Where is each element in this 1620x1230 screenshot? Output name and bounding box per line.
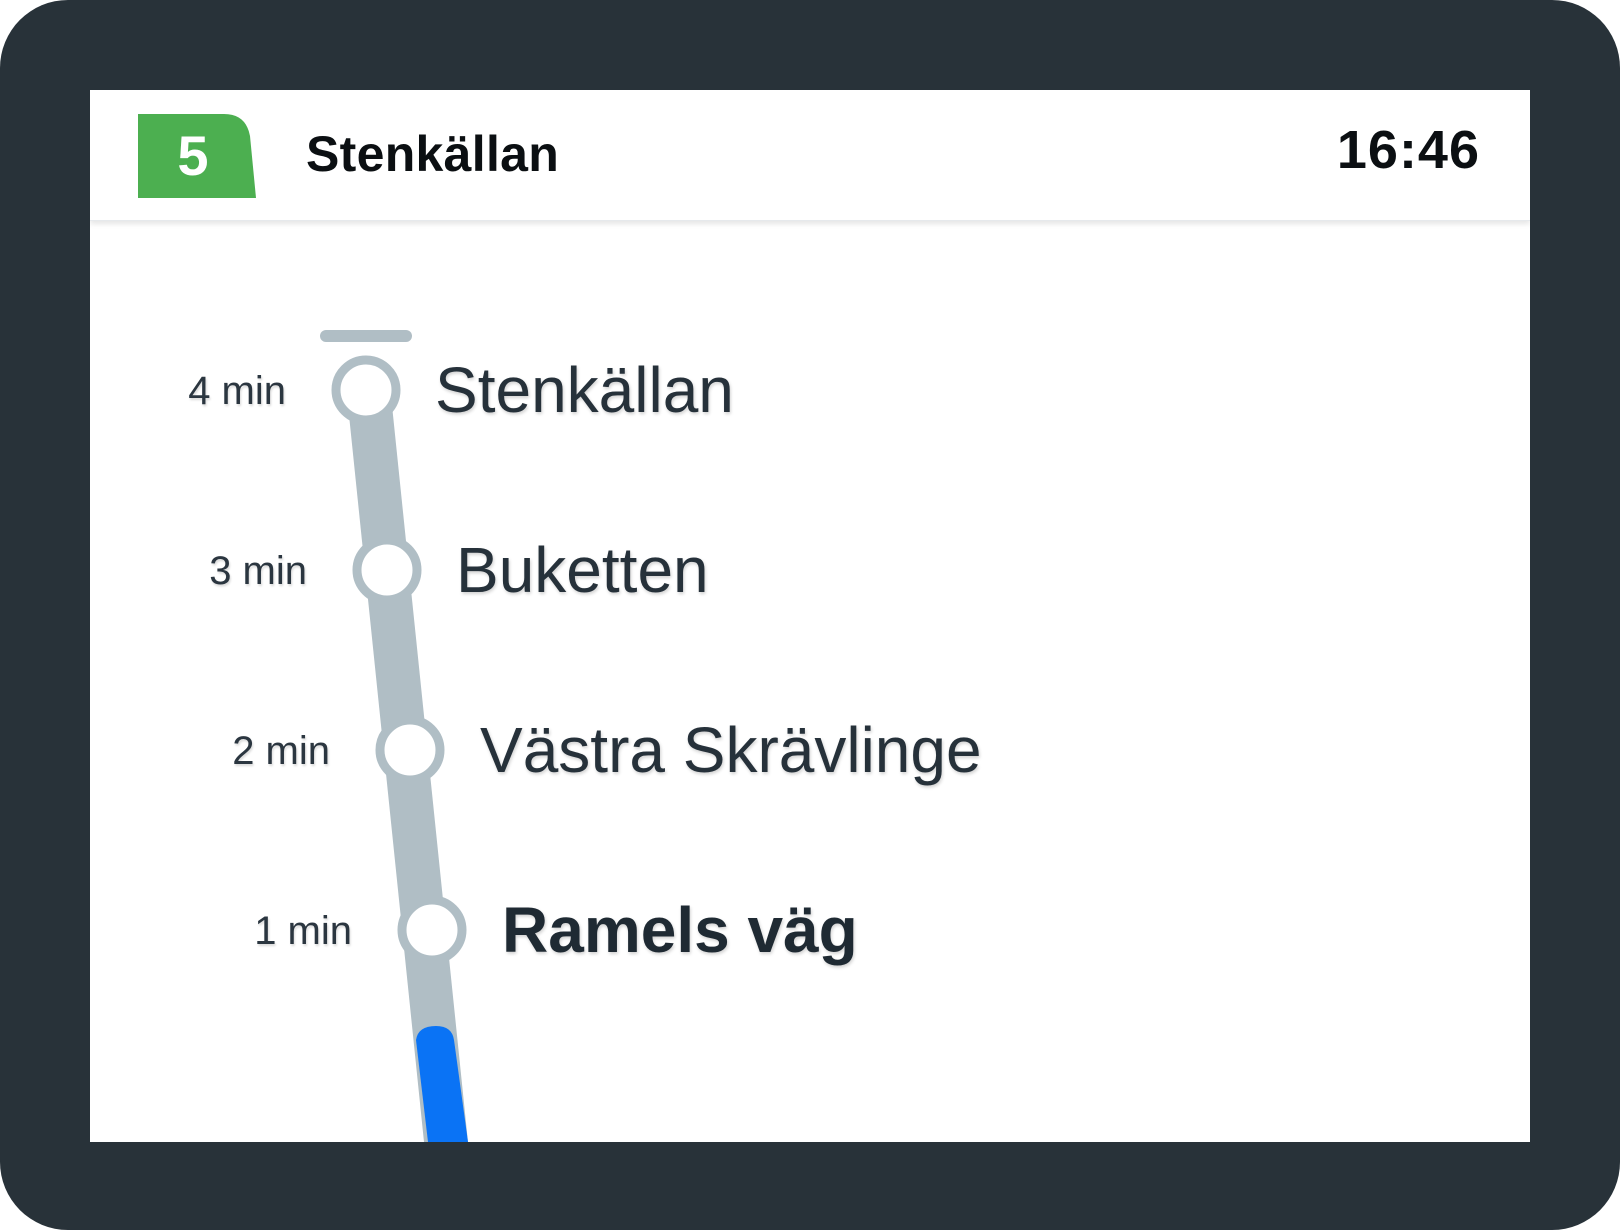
- stop-name: Buketten: [456, 534, 709, 606]
- line-badge: 5: [138, 114, 256, 198]
- route-map: [320, 330, 468, 1142]
- next-stop-name: Ramels väg: [502, 894, 858, 966]
- line-number: 5: [177, 124, 209, 187]
- display-screen: 5 Stenkällan 16:46 4 min Stenkällan 3 mi…: [90, 90, 1530, 1142]
- stop-name: Stenkällan: [435, 354, 734, 426]
- display-bezel: 5 Stenkällan 16:46 4 min Stenkällan 3 mi…: [0, 0, 1620, 1230]
- stop-time: 2 min: [232, 729, 330, 773]
- stop-time: 1 min: [254, 909, 352, 953]
- stop-marker: [397, 895, 467, 965]
- destination-title: Stenkällan: [306, 126, 560, 182]
- stop-marker: [352, 535, 422, 605]
- stop-marker: [331, 355, 401, 425]
- stop-marker: [375, 715, 445, 785]
- clock: 16:46: [1336, 120, 1480, 180]
- stop-name: Västra Skrävlinge: [480, 714, 982, 786]
- stop-time: 4 min: [188, 369, 286, 413]
- header-bar: 5 Stenkällan 16:46: [90, 90, 1530, 221]
- stop-time: 3 min: [209, 549, 307, 593]
